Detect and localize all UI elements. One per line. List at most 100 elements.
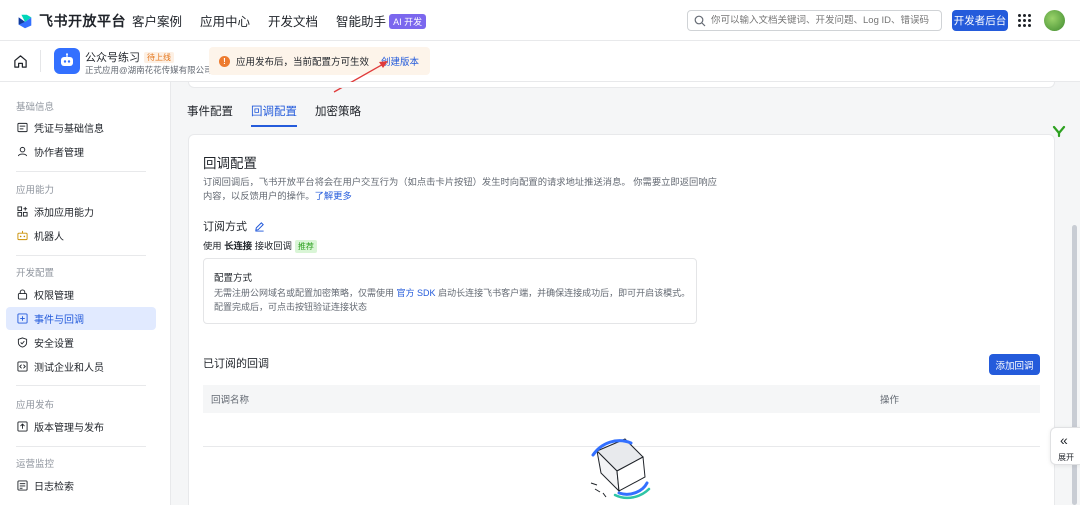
- edit-icon[interactable]: [254, 221, 265, 232]
- expand-label: 展开: [1058, 453, 1074, 462]
- create-version-link[interactable]: 创建版本: [381, 54, 419, 68]
- config-method-text: 无需注册公网域名或配置加密策略，仅需使用 官方 SDK 启动长连接飞书客户端，并…: [214, 286, 694, 314]
- lock-icon: [17, 289, 28, 300]
- config-method-box: 配置方式 无需注册公网域名或配置加密策略，仅需使用 官方 SDK 启动长连接飞书…: [203, 258, 697, 324]
- divider: [16, 446, 146, 447]
- sidebar-item-credentials[interactable]: 凭证与基础信息: [6, 116, 156, 139]
- divider: [16, 255, 146, 256]
- app-name-text: 公众号练习: [85, 52, 140, 64]
- sidebar-item-label: 测试企业和人员: [34, 363, 104, 374]
- ai-badge: AI 开发: [389, 14, 427, 29]
- subscription-mode-label: 订阅方式: [203, 221, 247, 233]
- sidebar-item-label: 事件与回调: [34, 315, 84, 326]
- add-callback-button[interactable]: 添加回调: [989, 354, 1040, 375]
- previous-card-edge: [188, 82, 1055, 88]
- divider: [40, 50, 41, 72]
- sidebar-group-basic: 基础信息: [16, 102, 55, 113]
- subscription-mode-title: 订阅方式: [203, 218, 265, 234]
- robot-icon: [17, 230, 28, 241]
- warning-icon: !: [219, 55, 230, 67]
- top-nav: 飞书开放平台 客户案例 应用中心 开发文档 智能助手AI 开发 开发者后台: [0, 0, 1080, 41]
- sidebar-item-permissions[interactable]: 权限管理: [6, 283, 156, 306]
- feishu-logo-icon: [18, 14, 32, 29]
- sidebar-item-label: 安全设置: [34, 339, 74, 350]
- event-icon: [17, 313, 28, 324]
- sidebar-item-label: 机器人: [34, 232, 64, 243]
- app-robot-icon: [54, 48, 80, 74]
- sidebar-item-label: 版本管理与发布: [34, 423, 104, 434]
- divider: [16, 171, 146, 172]
- sidebar-item-collaborators[interactable]: 协作者管理: [6, 140, 156, 163]
- sidebar-item-label: 协作者管理: [34, 148, 84, 159]
- learn-more-link[interactable]: 了解更多: [315, 191, 352, 201]
- official-sdk-link[interactable]: 官方 SDK: [397, 288, 436, 298]
- callback-config-card: 回调配置 订阅回调后，飞书开放平台将会在用户交互行为（如点击卡片按钮）发生时向配…: [188, 134, 1055, 505]
- tab-event-config[interactable]: 事件配置: [187, 103, 233, 127]
- sidebar: 基础信息 凭证与基础信息 协作者管理 应用能力 添加应用能力 机器人 开发配置 …: [0, 82, 171, 505]
- use-mode: 长连接: [224, 241, 253, 251]
- sidebar-item-security[interactable]: 安全设置: [6, 331, 156, 354]
- sidebar-item-robot[interactable]: 机器人: [6, 224, 156, 247]
- expand-panel-button[interactable]: « 展开: [1050, 427, 1080, 465]
- nav-link-assistant[interactable]: 智能助手 AI 开发: [336, 11, 427, 30]
- description-text: 订阅回调后，飞书开放平台将会在用户交互行为（如点击卡片按钮）发生时向配置的请求地…: [203, 177, 717, 201]
- empty-state-illustration-icon: [590, 438, 651, 500]
- config-method-title: 配置方式: [214, 273, 253, 284]
- nav-link-assistant-label: 智能助手: [336, 15, 387, 29]
- app-header: 公众号练习 待上线 正式应用@湖南花花传媒有限公司 ! 应用发布后，当前配置方可生…: [0, 41, 1080, 82]
- column-header-action: 操作: [880, 395, 900, 406]
- tab-encryption[interactable]: 加密策略: [315, 103, 361, 127]
- nav-link-app-center[interactable]: 应用中心: [200, 11, 250, 30]
- sidebar-item-events[interactable]: 事件与回调: [6, 307, 156, 330]
- home-icon[interactable]: [13, 54, 28, 69]
- sidebar-item-logs[interactable]: 日志检索: [6, 474, 156, 497]
- sidebar-item-versions[interactable]: 版本管理与发布: [6, 415, 156, 438]
- app-status-badge: 待上线: [144, 52, 174, 63]
- divider: [16, 385, 146, 386]
- brand-name: 飞书开放平台: [39, 13, 126, 29]
- brand-logo[interactable]: 飞书开放平台: [16, 11, 126, 31]
- use-prefix: 使用: [203, 241, 222, 251]
- user-avatar[interactable]: [1044, 10, 1065, 31]
- search-icon: [694, 15, 706, 26]
- subscribed-callbacks-title: 已订阅的回调: [203, 358, 269, 370]
- sidebar-item-test-tenants[interactable]: 测试企业和人员: [6, 355, 156, 378]
- sidebar-group-monitoring: 运营监控: [16, 459, 55, 470]
- card-description: 订阅回调后，飞书开放平台将会在用户交互行为（如点击卡片按钮）发生时向配置的请求地…: [203, 175, 723, 203]
- config-text-part1: 无需注册公网域名或配置加密策略，仅需使用: [214, 288, 395, 298]
- sidebar-item-add-capability[interactable]: 添加应用能力: [6, 200, 156, 223]
- log-icon: [17, 480, 28, 491]
- page-title: 回调配置: [203, 156, 257, 171]
- tab-callback-config[interactable]: 回调配置: [251, 103, 297, 127]
- column-header-name: 回调名称: [211, 395, 250, 406]
- assistant-y-icon[interactable]: [1052, 124, 1066, 138]
- user-icon: [17, 146, 28, 157]
- upload-icon: [17, 421, 28, 432]
- app-name: 公众号练习 待上线: [85, 49, 174, 65]
- use-suffix: 接收回调: [254, 241, 292, 251]
- nav-links: 客户案例 应用中心 开发文档 智能助手 AI 开发: [132, 0, 444, 41]
- notice-text: 应用发布后，当前配置方可生效: [236, 57, 370, 68]
- shield-icon: [17, 337, 28, 348]
- subscription-mode-value: 使用 长连接 接收回调 推荐: [203, 238, 317, 253]
- sidebar-group-release: 应用发布: [16, 400, 55, 411]
- search-box[interactable]: [687, 10, 942, 31]
- config-text-part2: 启动长连接飞书客户端，并确保连接成功后，即可开启该模式。: [438, 288, 691, 298]
- sidebar-item-label: 权限管理: [34, 291, 74, 302]
- sidebar-item-label: 添加应用能力: [34, 208, 94, 219]
- sidebar-group-capabilities: 应用能力: [16, 185, 55, 196]
- apps-add-icon: [17, 206, 28, 217]
- recommend-badge: 推荐: [294, 240, 317, 253]
- app-org: 正式应用@湖南花花传媒有限公司: [85, 65, 213, 75]
- publish-notice: ! 应用发布后，当前配置方可生效 创建版本: [209, 47, 430, 75]
- config-text-part3: 配置完成后，可点击按钮验证连接状态: [214, 302, 368, 312]
- config-tabs: 事件配置 回调配置 加密策略: [187, 103, 379, 127]
- developer-console-button[interactable]: 开发者后台: [952, 10, 1008, 31]
- callbacks-table-header: 回调名称 操作: [203, 385, 1040, 413]
- search-input[interactable]: [711, 15, 936, 26]
- nav-link-docs[interactable]: 开发文档: [268, 11, 318, 30]
- nav-link-cases[interactable]: 客户案例: [132, 11, 182, 30]
- double-chevron-left-icon: «: [1060, 432, 1068, 448]
- sidebar-group-dev-config: 开发配置: [16, 268, 55, 279]
- app-grid-icon[interactable]: [1018, 14, 1031, 27]
